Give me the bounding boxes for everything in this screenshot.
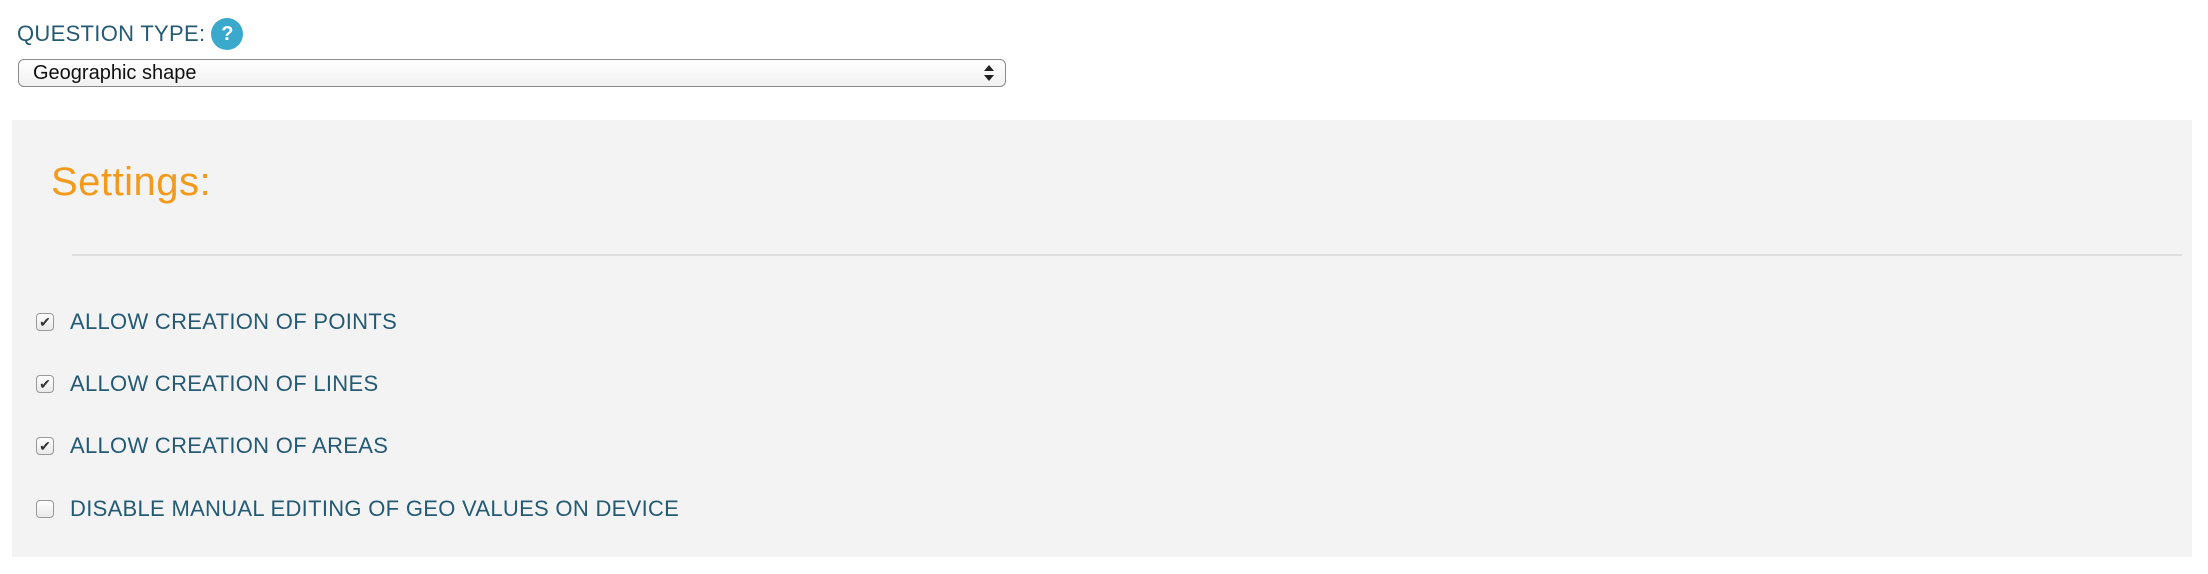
select-arrows-icon [984, 65, 994, 81]
option-disable-manual-editing[interactable]: DISABLE MANUAL EDITING OF GEO VALUES ON … [36, 495, 679, 523]
question-type-label: QUESTION TYPE: [17, 21, 206, 46]
disable-manual-editing-checkbox[interactable] [36, 500, 54, 518]
allow-points-label: ALLOW CREATION OF POINTS [70, 309, 398, 334]
option-allow-points[interactable]: ✔ ALLOW CREATION OF POINTS [36, 308, 397, 336]
question-type-row: QUESTION TYPE: ? [17, 17, 244, 51]
question-editor: QUESTION TYPE: ? Geographic shape Settin… [0, 0, 2208, 574]
allow-points-checkbox[interactable]: ✔ [36, 313, 54, 331]
settings-panel: Settings: ✔ ALLOW CREATION OF POINTS ✔ A… [12, 120, 2192, 557]
allow-lines-label: ALLOW CREATION OF LINES [70, 371, 379, 396]
settings-divider [72, 254, 2182, 256]
option-allow-lines[interactable]: ✔ ALLOW CREATION OF LINES [36, 370, 378, 398]
allow-lines-checkbox[interactable]: ✔ [36, 375, 54, 393]
question-type-select[interactable]: Geographic shape [18, 59, 1006, 87]
allow-areas-checkbox[interactable]: ✔ [36, 437, 54, 455]
allow-areas-label: ALLOW CREATION OF AREAS [70, 433, 389, 458]
option-allow-areas[interactable]: ✔ ALLOW CREATION OF AREAS [36, 432, 388, 460]
disable-manual-editing-label: DISABLE MANUAL EDITING OF GEO VALUES ON … [70, 496, 680, 521]
question-type-selected-value: Geographic shape [33, 61, 197, 84]
settings-title: Settings: [51, 160, 212, 204]
question-circle-icon[interactable]: ? [211, 18, 244, 50]
